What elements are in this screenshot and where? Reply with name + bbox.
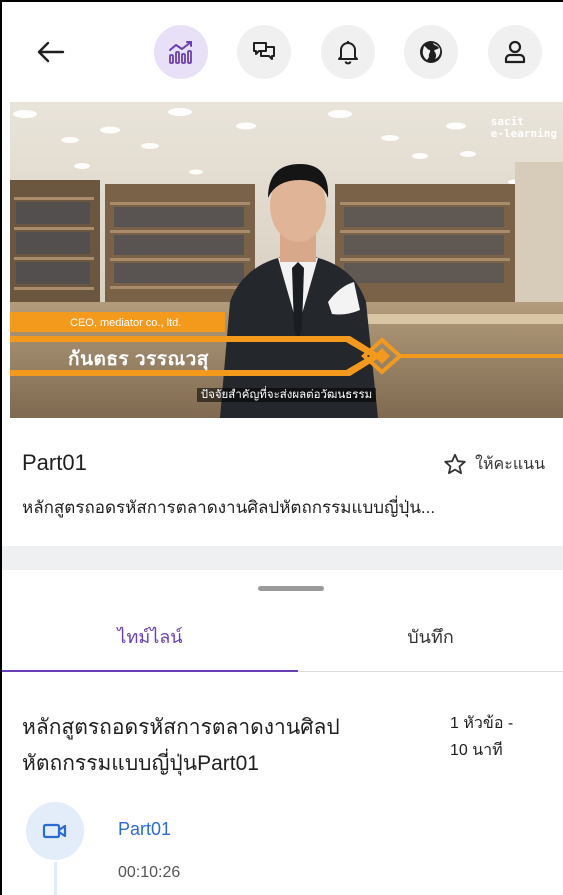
course-title: หลักสูตรถอดรหัสการตลาดงานศิลปหัตถกรรมแบบ… bbox=[22, 498, 436, 517]
sheet-drag-handle[interactable] bbox=[258, 586, 324, 591]
bottom-sheet: ไทม์ไลน์ บันทึก หลักสูตรถอดรหัสการตลาดงา… bbox=[2, 570, 563, 895]
tab-notes[interactable]: บันทึก bbox=[298, 600, 563, 672]
section-separator bbox=[2, 546, 563, 570]
top-bar bbox=[2, 2, 563, 102]
lesson-info: Part01 ให้คะแนน หลักสูตรถอดรหัสการตลาดงา… bbox=[2, 418, 563, 546]
tab-timeline[interactable]: ไทม์ไลน์ bbox=[2, 600, 298, 672]
profile-button[interactable] bbox=[488, 25, 542, 79]
lower-third-title: CEO, mediator co., ltd. bbox=[70, 317, 182, 329]
lesson-duration: 00:10:26 bbox=[118, 864, 181, 881]
video-camera-icon bbox=[42, 823, 67, 839]
video-player[interactable]: sacit e-learning CEO, mediator co., ltd.… bbox=[10, 102, 563, 418]
section-duration: 10 นาที bbox=[450, 742, 503, 759]
video-subtitle-text: ปัจจัยสำคัญที่จะส่งผลต่อวัฒนธรรม bbox=[196, 388, 377, 402]
notifications-button[interactable] bbox=[321, 25, 375, 79]
back-button[interactable] bbox=[30, 32, 70, 72]
rate-label: ให้คะแนน bbox=[475, 456, 545, 473]
globe-icon bbox=[420, 41, 442, 63]
part-title: Part01 bbox=[22, 450, 87, 475]
active-tab-indicator bbox=[2, 670, 298, 672]
chat-button[interactable] bbox=[237, 25, 291, 79]
app-screen: sacit e-learning CEO, mediator co., ltd.… bbox=[0, 0, 563, 895]
lesson-name[interactable]: Part01 bbox=[118, 819, 171, 840]
star-icon bbox=[444, 453, 466, 475]
language-button[interactable] bbox=[404, 25, 458, 79]
section-meta: 1 หัวข้อ - 10 นาที bbox=[450, 710, 550, 764]
lesson-video-button[interactable] bbox=[26, 802, 84, 860]
user-icon bbox=[504, 40, 526, 64]
section-topic-count: 1 หัวข้อ - bbox=[450, 715, 514, 732]
rate-button[interactable]: ให้คะแนน bbox=[443, 452, 545, 477]
chat-icon bbox=[253, 42, 275, 60]
analytics-button[interactable] bbox=[154, 25, 208, 79]
bell-icon bbox=[338, 41, 358, 65]
section-title: หลักสูตรถอดรหัสการตลาดงานศิลปหัตถกรรมแบบ… bbox=[22, 716, 340, 775]
timeline-connector bbox=[54, 862, 57, 895]
video-subtitle: ปัจจัยสำคัญที่จะส่งผลต่อวัฒนธรรม bbox=[10, 386, 563, 404]
brand-watermark: sacit e-learning bbox=[491, 116, 557, 140]
lower-third-name: กันตธร วรรณวสุ bbox=[68, 349, 209, 370]
brand-line-2: e-learning bbox=[490, 127, 557, 140]
back-arrow-icon bbox=[37, 41, 65, 63]
analytics-icon bbox=[169, 41, 192, 64]
